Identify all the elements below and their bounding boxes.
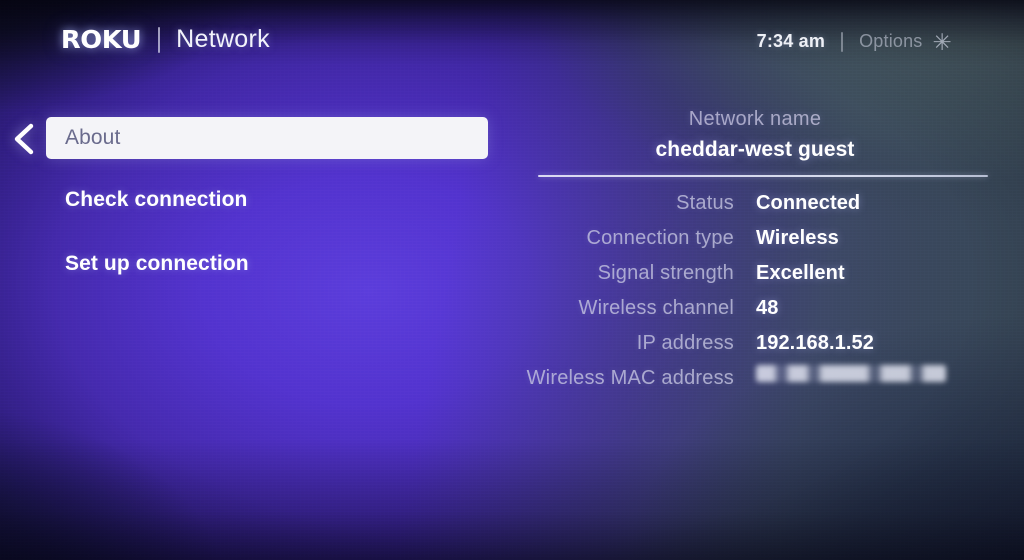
detail-row-signal-strength: Signal strength Excellent: [520, 262, 990, 297]
detail-value: 192.168.1.52: [756, 332, 874, 354]
detail-row-ip-address: IP address 192.168.1.52: [520, 332, 990, 367]
redacted-mac-address: [756, 365, 946, 382]
detail-label: Status: [676, 192, 734, 214]
detail-label: Wireless MAC address: [526, 367, 734, 389]
options-label: Options: [859, 31, 923, 51]
chevron-left-icon[interactable]: [10, 121, 38, 157]
options-button[interactable]: Options ✳: [859, 29, 952, 55]
detail-label: Connection type: [586, 227, 734, 249]
breadcrumb: ROKU Network: [60, 25, 270, 54]
detail-row-wireless-channel: Wireless channel 48: [520, 297, 990, 332]
detail-value: 48: [756, 297, 779, 319]
detail-value: Connected: [756, 192, 861, 214]
panel-divider: [538, 175, 988, 177]
detail-row-wireless-mac-address: Wireless MAC address: [520, 365, 990, 402]
header-status-area: 7:34 am Options ✳: [756, 29, 952, 55]
status-separator: [841, 31, 844, 52]
breadcrumb-separator: [158, 26, 161, 53]
header-bar: ROKU Network 7:34 am Options ✳: [0, 0, 1024, 86]
menu-item-label: About: [65, 126, 121, 149]
network-name-label: Network name: [688, 108, 822, 130]
roku-network-settings-screen: ROKU Network 7:34 am Options ✳ About Che…: [0, 0, 1024, 560]
detail-value: Wireless: [756, 227, 839, 249]
menu-item-label: Set up connection: [65, 252, 249, 275]
menu-item-label: Check connection: [65, 188, 248, 211]
settings-menu: About Check connection Set up connection: [46, 117, 488, 285]
network-detail-list: Status Connected Connection type Wireles…: [520, 192, 990, 402]
detail-label: Signal strength: [597, 262, 734, 284]
network-info-panel: Network name cheddar-west guest Status C…: [520, 108, 990, 402]
network-name-value: cheddar-west guest: [655, 138, 855, 161]
menu-item-about[interactable]: About: [46, 117, 488, 159]
detail-row-connection-type: Connection type Wireless: [520, 227, 990, 262]
menu-spacer-a: [46, 159, 488, 179]
asterisk-icon: ✳: [932, 29, 952, 55]
menu-item-check-connection[interactable]: Check connection: [46, 179, 488, 221]
detail-row-status: Status Connected: [520, 192, 990, 227]
page-title: Network: [176, 25, 270, 53]
menu-item-set-up-connection[interactable]: Set up connection: [46, 243, 488, 285]
clock: 7:34 am: [756, 31, 826, 51]
detail-value: Excellent: [756, 262, 845, 284]
detail-label: IP address: [636, 332, 734, 354]
menu-spacer-b: [46, 221, 488, 243]
roku-logo: ROKU: [60, 25, 142, 54]
detail-label: Wireless channel: [578, 297, 734, 319]
